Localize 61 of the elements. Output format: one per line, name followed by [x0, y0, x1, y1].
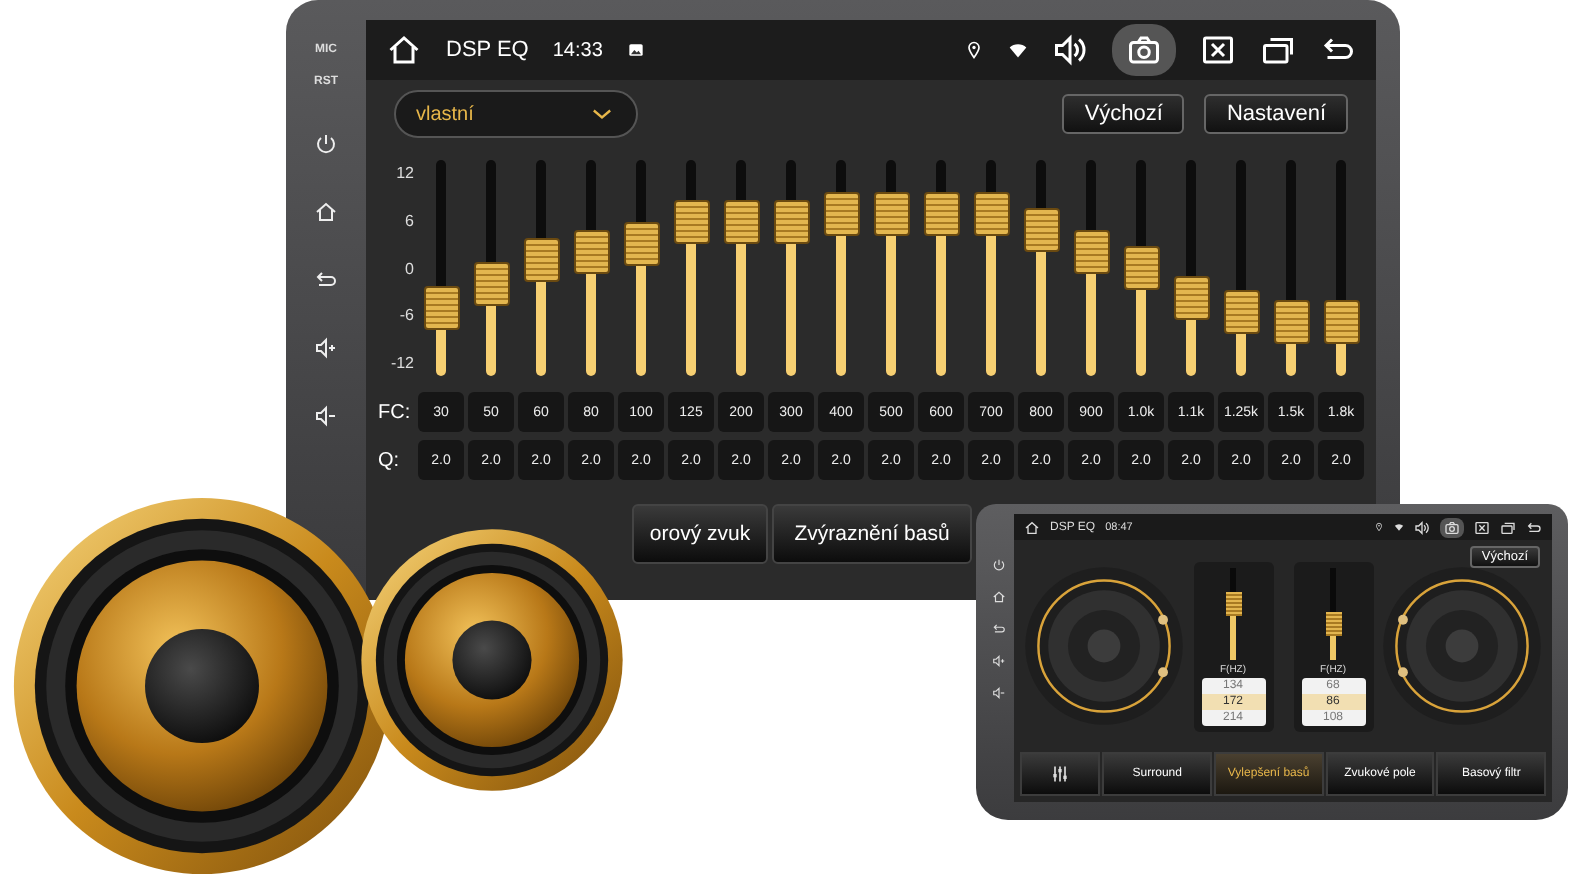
header-button[interactable]: Nastavení — [1204, 94, 1348, 134]
camera-icon[interactable] — [1440, 517, 1464, 537]
speaker-volume-icon[interactable] — [1052, 32, 1088, 68]
location-pin-icon[interactable] — [1374, 522, 1384, 532]
volume-down-icon[interactable] — [314, 404, 338, 428]
row-label: Q: — [378, 447, 402, 475]
scale-label: -6 — [399, 306, 414, 325]
back-arrow-icon[interactable] — [314, 268, 338, 292]
slider-knob[interactable] — [923, 192, 959, 237]
close-icon[interactable] — [1474, 519, 1490, 535]
speaker-volume-icon[interactable] — [1414, 519, 1430, 535]
clock-time: 14:33 — [552, 39, 603, 61]
slider-knob[interactable] — [423, 285, 459, 330]
slider-knob[interactable] — [1323, 299, 1359, 344]
slider-knob[interactable] — [573, 230, 609, 275]
slider-knob[interactable] — [1173, 276, 1209, 321]
slider-knob[interactable] — [1023, 208, 1059, 253]
slider-knob[interactable] — [723, 199, 759, 244]
recent-apps-icon[interactable] — [1260, 32, 1296, 68]
slider-knob[interactable] — [523, 237, 559, 282]
slider-knob[interactable] — [1325, 611, 1341, 636]
slider-knob[interactable] — [1225, 592, 1241, 617]
camera-icon[interactable] — [1112, 24, 1176, 76]
scale-label: 0 — [405, 259, 414, 277]
slider-knob[interactable] — [1073, 230, 1109, 275]
volume-up-icon[interactable] — [991, 654, 1005, 668]
image-icon — [626, 40, 647, 60]
wifi-icon[interactable] — [1008, 40, 1028, 60]
app-title: DSP EQ — [446, 38, 529, 62]
home-icon[interactable] — [386, 32, 422, 68]
scale-label: 6 — [405, 211, 414, 230]
recent-apps-icon[interactable] — [1500, 519, 1516, 535]
slider-knob[interactable] — [773, 199, 809, 244]
slider-knob[interactable] — [1123, 246, 1159, 290]
slider-knob[interactable] — [623, 221, 659, 266]
scale-label: 12 — [396, 164, 414, 182]
wifi-icon[interactable] — [1394, 522, 1404, 532]
home-icon[interactable] — [1024, 519, 1040, 535]
slider-knob[interactable] — [823, 192, 859, 237]
power-icon[interactable] — [314, 132, 338, 156]
slider-knob[interactable] — [1223, 290, 1259, 335]
header-button[interactable]: Výchozí — [1062, 94, 1185, 134]
equalizer-tab[interactable] — [1020, 752, 1101, 796]
mode-button[interactable]: orový zvuk — [632, 504, 768, 564]
home-icon[interactable] — [314, 200, 338, 224]
slider-knob[interactable] — [1273, 299, 1309, 344]
mode-button[interactable]: Zvýraznění basů — [772, 504, 972, 564]
scale-label: -12 — [390, 354, 414, 372]
location-pin-icon[interactable] — [964, 40, 984, 60]
volume-up-icon[interactable] — [314, 336, 338, 360]
preset-dropdown[interactable]: vlastní — [394, 90, 638, 138]
row-label: FC: — [378, 399, 413, 427]
volume-down-icon[interactable] — [991, 686, 1005, 700]
power-icon[interactable] — [991, 558, 1005, 572]
close-icon[interactable] — [1200, 32, 1236, 68]
slider-knob[interactable] — [973, 192, 1009, 237]
slider-knob[interactable] — [673, 199, 709, 244]
back-arrow-icon[interactable] — [1526, 519, 1542, 535]
equalizer-icon — [1050, 764, 1071, 784]
slider-knob[interactable] — [873, 192, 909, 237]
slider-knob[interactable] — [473, 261, 509, 306]
